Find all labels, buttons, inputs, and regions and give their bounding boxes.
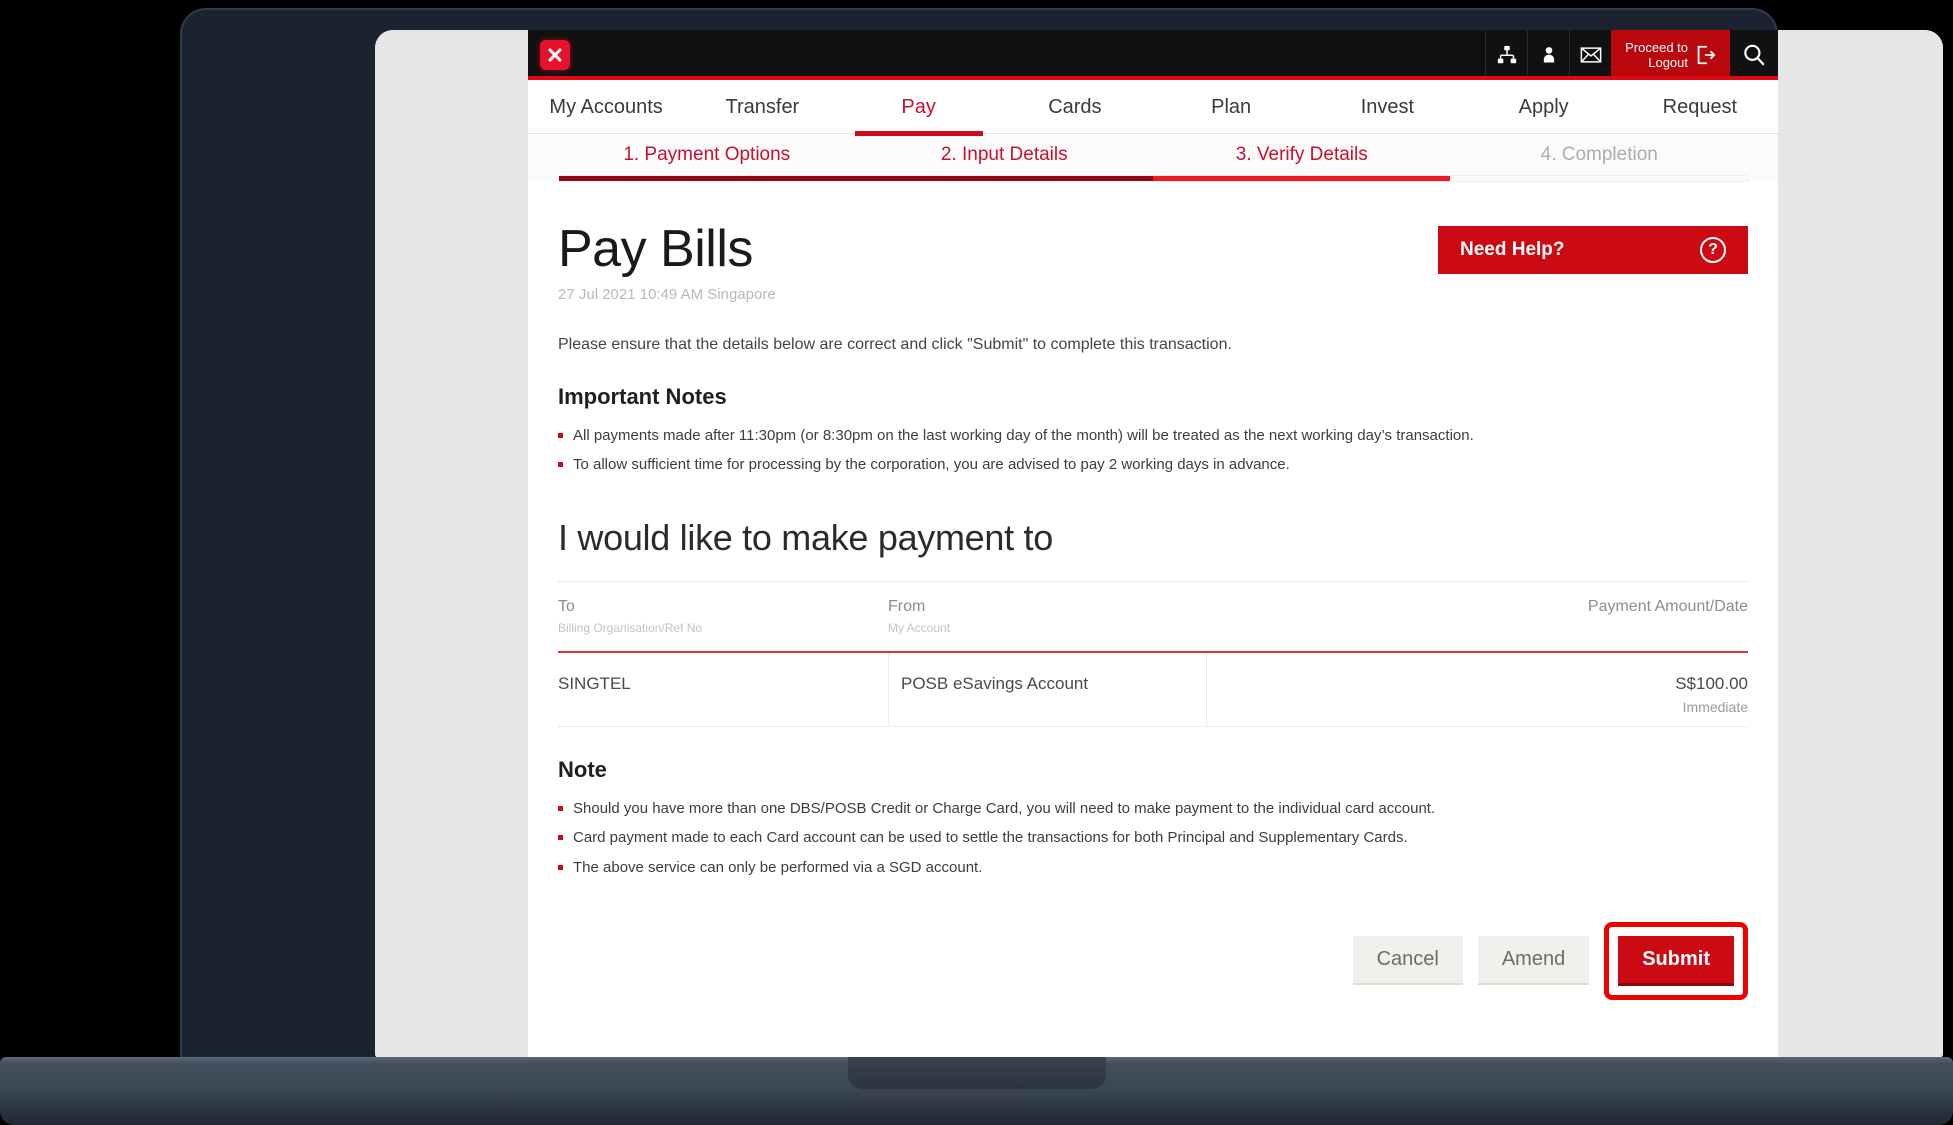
sitemap-icon[interactable] [1485, 30, 1527, 80]
need-help-label: Need Help? [1460, 239, 1565, 261]
cell-spacer [1206, 653, 1448, 726]
list-item: Should you have more than one DBS/POSB C… [558, 799, 1748, 819]
nav-item-request[interactable]: Request [1622, 80, 1778, 134]
step-1-payment-options[interactable]: 1. Payment Options [558, 144, 856, 175]
laptop-screen: Proceed to Logout [375, 30, 1943, 1058]
step-4-completion: 4. Completion [1451, 144, 1749, 175]
column-header-from-sub: My Account [888, 621, 1206, 635]
nav-item-transfer[interactable]: Transfer [684, 80, 840, 134]
note-list: Should you have more than one DBS/POSB C… [558, 799, 1748, 878]
proceed-to-logout-button[interactable]: Proceed to Logout [1611, 30, 1730, 80]
main-navigation: My Accounts Transfer Pay Cards Plan Inve… [528, 80, 1778, 134]
step-3-verify-details[interactable]: 3. Verify Details [1153, 144, 1451, 175]
step-labels: 1. Payment Options 2. Input Details 3. V… [528, 144, 1778, 175]
list-item: All payments made after 11:30pm (or 8:30… [558, 426, 1748, 446]
table-header-row: To Billing Organisation/Ref No From My A… [558, 581, 1748, 635]
nav-item-invest[interactable]: Invest [1309, 80, 1465, 134]
column-header-spacer [1206, 598, 1448, 635]
nav-item-my-accounts[interactable]: My Accounts [528, 80, 684, 134]
cell-from: POSB eSavings Account [888, 653, 1206, 726]
nav-item-apply[interactable]: Apply [1466, 80, 1622, 134]
payment-table: To Billing Organisation/Ref No From My A… [558, 581, 1748, 727]
person-icon[interactable] [1527, 30, 1569, 80]
list-item: The above service can only be performed … [558, 858, 1748, 878]
cell-amount-date: Immediate [1448, 699, 1748, 715]
laptop-lid: Proceed to Logout [180, 8, 1778, 1063]
content-column: Proceed to Logout [528, 30, 1778, 1058]
payment-section-heading: I would like to make payment to [558, 517, 1748, 559]
important-notes-list: All payments made after 11:30pm (or 8:30… [558, 426, 1748, 476]
column-header-to: To Billing Organisation/Ref No [558, 598, 888, 635]
submit-highlight-ring: Submit [1604, 922, 1748, 1000]
column-header-from: From My Account [888, 598, 1206, 635]
need-help-button[interactable]: Need Help? ? [1438, 226, 1748, 274]
nav-item-pay[interactable]: Pay [841, 80, 997, 134]
step-indicator: 1. Payment Options 2. Input Details 3. V… [528, 134, 1778, 182]
progress-segment-4 [1450, 176, 1747, 181]
submit-button[interactable]: Submit [1618, 936, 1734, 986]
column-header-amount-label: Payment Amount/Date [1448, 598, 1748, 616]
column-header-to-label: To [558, 598, 888, 616]
note-heading: Note [558, 757, 1748, 783]
list-item: To allow sufficient time for processing … [558, 455, 1748, 475]
column-header-from-label: From [888, 598, 1206, 616]
progress-segment-1 [559, 176, 856, 181]
cell-amount: S$100.00 Immediate [1448, 653, 1748, 726]
topbar-spacer [570, 30, 1485, 80]
important-notes-heading: Important Notes [558, 384, 1748, 410]
cell-amount-value: S$100.00 [1448, 674, 1748, 694]
envelope-icon[interactable] [1569, 30, 1611, 80]
amend-button[interactable]: Amend [1478, 936, 1589, 985]
nav-item-cards[interactable]: Cards [997, 80, 1153, 134]
page-timestamp: 27 Jul 2021 10:49 AM Singapore [558, 286, 1748, 303]
search-icon[interactable] [1730, 30, 1778, 80]
logout-label: Proceed to Logout [1625, 40, 1688, 70]
step-2-input-details[interactable]: 2. Input Details [856, 144, 1154, 175]
cancel-button[interactable]: Cancel [1353, 936, 1463, 985]
logout-arrow-icon [1694, 44, 1716, 66]
column-header-amount: Payment Amount/Date [1448, 598, 1748, 635]
top-utility-bar: Proceed to Logout [528, 30, 1778, 80]
screenshot-stage: Proceed to Logout [0, 0, 1953, 1125]
dbs-x-logo-icon[interactable] [540, 40, 570, 70]
action-button-row: Cancel Amend Submit [558, 922, 1748, 1040]
progress-segment-2 [856, 176, 1153, 181]
column-header-to-sub: Billing Organisation/Ref No [558, 621, 888, 635]
page-header: Pay Bills 27 Jul 2021 10:49 AM Singapore… [558, 222, 1748, 303]
laptop-hinge-notch [848, 1057, 1106, 1089]
step-progress-bar [558, 175, 1748, 182]
progress-segment-3 [1153, 176, 1450, 181]
nav-item-plan[interactable]: Plan [1153, 80, 1309, 134]
table-row: SINGTEL POSB eSavings Account S$100.00 I… [558, 653, 1748, 727]
list-item: Card payment made to each Card account c… [558, 828, 1748, 848]
question-mark-icon: ? [1700, 237, 1726, 263]
cell-to: SINGTEL [558, 653, 888, 726]
browser-viewport: Proceed to Logout [375, 30, 1943, 1058]
page-body: Pay Bills 27 Jul 2021 10:49 AM Singapore… [528, 182, 1778, 1040]
intro-text: Please ensure that the details below are… [558, 336, 1748, 354]
